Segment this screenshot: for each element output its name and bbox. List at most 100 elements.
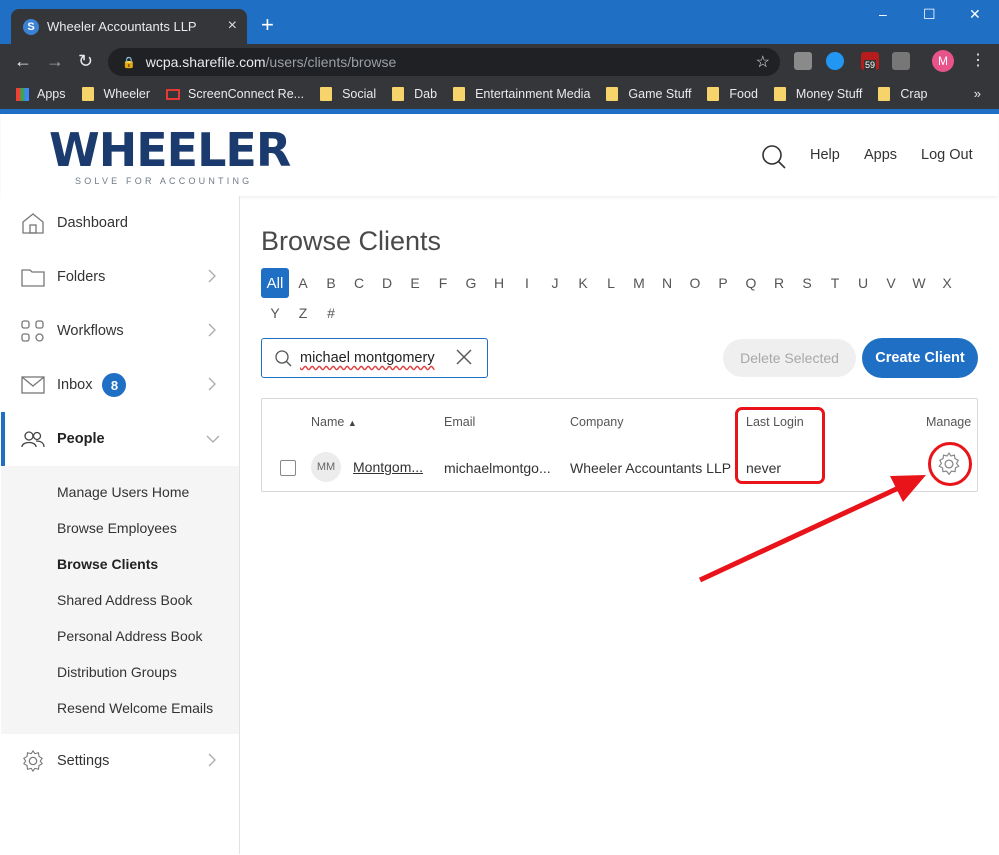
letter-filter[interactable]: C — [345, 268, 373, 298]
inbox-count-badge: 8 — [102, 373, 127, 397]
bookmarks-overflow-button[interactable]: » — [974, 86, 981, 101]
screenconnect-icon — [166, 88, 181, 100]
sidebar-item-people[interactable]: People — [1, 412, 239, 466]
letter-filter[interactable]: T — [821, 268, 849, 298]
home-icon — [22, 213, 44, 234]
letter-filter[interactable]: B — [317, 268, 345, 298]
letter-filter[interactable]: J — [541, 268, 569, 298]
bookmark-money-stuff[interactable]: Money Stuff — [773, 87, 862, 101]
letter-filter[interactable]: L — [597, 268, 625, 298]
folder-icon — [21, 269, 45, 287]
wheeler-logo[interactable]: WHEELER SOLVE FOR ACCOUNTING — [49, 120, 291, 186]
letter-filter[interactable]: N — [653, 268, 681, 298]
letter-filter[interactable]: H — [485, 268, 513, 298]
letter-filter[interactable]: F — [429, 268, 457, 298]
letter-filter[interactable]: V — [877, 268, 905, 298]
search-icon[interactable] — [761, 144, 787, 170]
row-select-checkbox[interactable] — [280, 460, 296, 476]
letter-filter[interactable]: S — [793, 268, 821, 298]
letter-filter[interactable]: K — [569, 268, 597, 298]
sidebar-item-dashboard[interactable]: Dashboard — [1, 196, 239, 250]
address-bar[interactable]: 🔒 wcpa.sharefile.com/users/clients/brows… — [108, 48, 780, 76]
delete-selected-button[interactable]: Delete Selected — [723, 339, 856, 377]
forward-arrow-icon[interactable]: → — [46, 51, 64, 72]
letter-filter[interactable]: R — [765, 268, 793, 298]
client-name-link[interactable]: Montgom... — [353, 459, 423, 475]
subnav-browse-employees[interactable]: Browse Employees — [57, 520, 177, 536]
letter-filter[interactable]: W — [905, 268, 933, 298]
column-header-name[interactable]: Name ▲ — [311, 415, 357, 429]
letter-filter-all[interactable]: All — [261, 268, 289, 298]
help-link[interactable]: Help — [810, 147, 840, 163]
letter-filter[interactable]: X — [933, 268, 961, 298]
reload-icon[interactable]: ↻ — [78, 51, 93, 72]
letter-filter[interactable]: Q — [737, 268, 765, 298]
app-header: WHEELER SOLVE FOR ACCOUNTING Help Apps L… — [1, 114, 998, 196]
letter-filter[interactable]: G — [457, 268, 485, 298]
new-tab-button[interactable]: + — [261, 12, 274, 38]
sidebar-item-folders[interactable]: Folders — [1, 250, 239, 304]
lock-icon: 🔒 — [122, 56, 136, 69]
client-email: michaelmontgo... — [444, 460, 551, 476]
letter-filter[interactable]: Z — [289, 298, 317, 328]
people-submenu: Manage Users Home Browse Employees Brows… — [1, 466, 239, 734]
column-header-manage: Manage — [926, 415, 972, 429]
subnav-personal-address-book[interactable]: Personal Address Book — [57, 628, 203, 644]
clear-search-icon[interactable] — [455, 348, 473, 366]
subnav-shared-address-book[interactable]: Shared Address Book — [57, 592, 192, 608]
bookmark-game-stuff[interactable]: Game Stuff — [606, 87, 691, 101]
column-header-company[interactable]: Company — [570, 415, 624, 429]
bookmark-food[interactable]: Food — [707, 87, 758, 101]
letter-filter[interactable]: P — [709, 268, 737, 298]
url-path: /users/clients/browse — [265, 54, 397, 70]
bookmark-crap[interactable]: Crap — [878, 87, 928, 101]
browser-tab[interactable]: S Wheeler Accountants LLP × — [11, 9, 247, 44]
letter-filter[interactable]: Y — [261, 298, 289, 328]
create-client-button[interactable]: Create Client — [862, 338, 978, 378]
letter-filter[interactable]: A — [289, 268, 317, 298]
extension-dsf-icon[interactable] — [794, 52, 812, 70]
minimize-button[interactable]: – — [879, 6, 887, 22]
bookmarks-bar: Apps Wheeler ScreenConnect Re... Social … — [0, 79, 999, 109]
close-window-button[interactable]: ✕ — [969, 6, 981, 23]
extension-history-icon[interactable] — [826, 52, 844, 70]
tab-close-icon[interactable]: × — [228, 17, 237, 35]
ublock-count: 59 — [864, 60, 877, 70]
bookmark-wheeler[interactable]: Wheeler — [81, 87, 150, 101]
subnav-browse-clients[interactable]: Browse Clients — [57, 556, 158, 572]
extension-drop-icon[interactable] — [892, 52, 910, 70]
profile-avatar[interactable]: M — [932, 50, 954, 72]
sidebar-item-settings[interactable]: Settings — [1, 734, 239, 788]
column-header-email[interactable]: Email — [444, 415, 475, 429]
letter-filter[interactable]: M — [625, 268, 653, 298]
maximize-button[interactable]: ☐ — [923, 6, 936, 23]
client-search-input[interactable]: michael montgomery — [261, 338, 488, 378]
sidebar-item-inbox[interactable]: Inbox 8 — [1, 358, 239, 412]
logout-link[interactable]: Log Out — [921, 147, 973, 163]
extension-ublock-icon[interactable]: 59 — [861, 52, 879, 70]
bookmark-entertainment-media[interactable]: Entertainment Media — [453, 87, 590, 101]
bookmark-social[interactable]: Social — [320, 87, 376, 101]
letter-filter[interactable]: D — [373, 268, 401, 298]
subnav-resend-welcome-emails[interactable]: Resend Welcome Emails — [57, 700, 213, 716]
subnav-manage-users-home[interactable]: Manage Users Home — [57, 484, 189, 500]
apps-link[interactable]: Apps — [864, 147, 897, 163]
sidebar-item-workflows[interactable]: Workflows — [1, 304, 239, 358]
bookmark-star-icon[interactable]: ☆ — [756, 52, 770, 72]
bookmark-apps[interactable]: Apps — [16, 87, 66, 101]
letter-filter[interactable]: O — [681, 268, 709, 298]
annotation-arrow-icon — [698, 475, 926, 583]
bookmark-dab[interactable]: Dab — [392, 87, 437, 101]
back-arrow-icon[interactable]: ← — [14, 51, 32, 72]
subnav-distribution-groups[interactable]: Distribution Groups — [57, 664, 177, 680]
letter-filter[interactable]: E — [401, 268, 429, 298]
letter-filter-hash[interactable]: # — [317, 298, 345, 328]
letter-filter[interactable]: U — [849, 268, 877, 298]
envelope-icon — [21, 376, 45, 394]
letter-filter[interactable]: I — [513, 268, 541, 298]
folder-icon — [392, 87, 405, 101]
browser-menu-icon[interactable]: ⋮ — [970, 50, 986, 70]
bookmark-screenconnect[interactable]: ScreenConnect Re... — [166, 87, 304, 101]
folder-icon — [707, 87, 720, 101]
folder-icon — [81, 87, 94, 101]
